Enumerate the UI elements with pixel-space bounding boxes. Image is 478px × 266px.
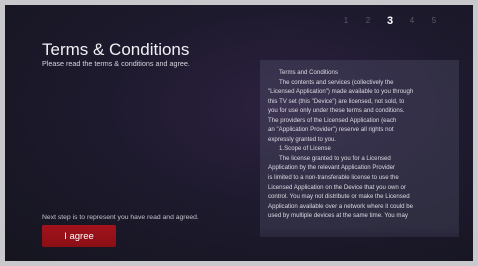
page-title: Terms & Conditions xyxy=(42,40,190,59)
terms-line: is limited to a non-transferable license… xyxy=(268,174,399,182)
step-5: 5 xyxy=(431,16,437,25)
terms-line: "Licensed Application") made available t… xyxy=(268,88,414,96)
terms-scroll-panel[interactable]: Terms and Conditions The contents and se… xyxy=(260,60,459,237)
step-2: 2 xyxy=(365,16,371,25)
step-3-current: 3 xyxy=(386,15,394,27)
next-step-hint: Next step is to represent you have read … xyxy=(42,214,199,221)
terms-line: used by multiple devices at the same tim… xyxy=(268,212,408,220)
tv-screen: 1 2 3 4 5 Terms & Conditions Please read… xyxy=(5,5,473,261)
terms-line: Licensed Application on the Device that … xyxy=(268,183,406,191)
page-subtitle: Please read the terms & conditions and a… xyxy=(42,59,190,68)
terms-line: you for use only under these terms and c… xyxy=(268,107,405,115)
terms-line: this TV set (this "Device") are licensed… xyxy=(268,97,405,105)
agree-button[interactable]: I agree xyxy=(42,225,116,247)
terms-line: 1.Scope of License xyxy=(279,145,331,153)
terms-text: Terms and Conditions The contents and se… xyxy=(268,68,456,221)
terms-line: an "Application Provider") reserve all r… xyxy=(268,126,394,134)
step-indicator: 1 2 3 4 5 xyxy=(335,15,445,27)
terms-line: The contents and services (collectively … xyxy=(279,78,394,86)
terms-line: The license granted to you for a License… xyxy=(279,154,391,162)
terms-line: Application available over a network whe… xyxy=(268,202,413,210)
terms-line: Terms and Conditions xyxy=(279,69,338,76)
step-4: 4 xyxy=(409,16,415,25)
terms-line: expressly granted to you. xyxy=(268,135,337,143)
terms-line: The providers of the Licensed Applicatio… xyxy=(268,116,397,124)
terms-line: control. You may not distribute or make … xyxy=(268,193,410,201)
terms-line: Application by the relevant Application … xyxy=(268,164,396,172)
scroll-fade xyxy=(260,227,459,237)
step-1: 1 xyxy=(343,16,349,25)
